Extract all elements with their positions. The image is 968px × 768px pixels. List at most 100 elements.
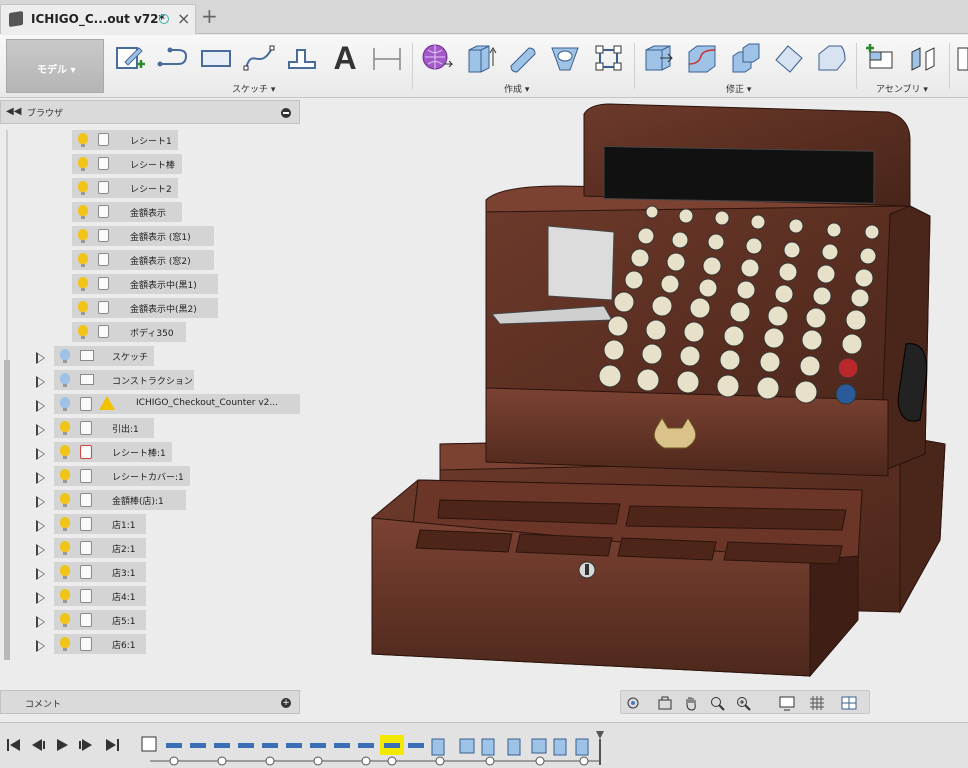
expand-arrow-icon[interactable] — [36, 448, 45, 460]
tree-item-body[interactable]: レシート棒 — [72, 154, 182, 174]
visibility-bulb-icon[interactable] — [60, 565, 70, 579]
spline-tool-icon[interactable] — [242, 42, 276, 74]
new-tab-button[interactable]: + — [201, 4, 218, 28]
visibility-bulb-icon[interactable] — [60, 373, 70, 387]
visibility-bulb-icon[interactable] — [60, 541, 70, 555]
create-sketch-icon[interactable] — [113, 42, 147, 74]
visibility-bulb-icon[interactable] — [78, 277, 88, 291]
tree-item-component[interactable]: レシート棒:1 — [54, 442, 172, 462]
grid-settings-icon[interactable] — [809, 695, 825, 711]
sketch-group-label[interactable]: スケッチ ▾ — [232, 82, 275, 95]
visibility-bulb-icon[interactable] — [60, 493, 70, 507]
visibility-bulb-icon[interactable] — [78, 325, 88, 339]
tree-item-folder[interactable]: コンストラクション — [54, 370, 194, 390]
dimension-tool-icon[interactable] — [370, 42, 404, 74]
go-to-start-icon[interactable] — [6, 737, 22, 753]
tree-item-body[interactable]: 金額表示中(黒2) — [72, 298, 218, 318]
tree-item-component[interactable]: 店3:1 — [54, 562, 146, 582]
offset-tool-icon[interactable] — [285, 42, 319, 74]
visibility-bulb-icon[interactable] — [60, 613, 70, 627]
combine-icon[interactable] — [729, 42, 763, 74]
3d-viewport[interactable] — [302, 100, 968, 716]
tree-item-body[interactable]: レシート2 — [72, 178, 178, 198]
visibility-bulb-icon[interactable] — [78, 157, 88, 171]
visibility-bulb-icon[interactable] — [60, 421, 70, 435]
expand-arrow-icon[interactable] — [36, 352, 45, 364]
shell-icon[interactable] — [548, 42, 582, 74]
tree-item-component[interactable]: レシートカバー:1 — [54, 466, 190, 486]
add-comment-icon[interactable]: + — [281, 698, 291, 708]
expand-arrow-icon[interactable] — [36, 568, 45, 580]
tree-item-component[interactable]: 金額棒(店):1 — [54, 490, 186, 510]
tree-item-body[interactable]: 金額表示 (窓1) — [72, 226, 214, 246]
expand-arrow-icon[interactable] — [36, 424, 45, 436]
tree-item-linked-component[interactable]: ICHIGO_Checkout_Counter v2... — [54, 394, 300, 414]
tree-item-folder[interactable]: スケッチ — [54, 346, 154, 366]
visibility-bulb-icon[interactable] — [60, 397, 70, 411]
tree-item-body[interactable]: レシート1 — [72, 130, 178, 150]
tree-item-body[interactable]: 金額表示 — [72, 202, 182, 222]
visibility-bulb-icon[interactable] — [60, 637, 70, 651]
visibility-bulb-icon[interactable] — [60, 349, 70, 363]
pattern-icon[interactable] — [592, 42, 626, 74]
cash-register-model[interactable] — [371, 103, 946, 678]
modify-group-label[interactable]: 修正 ▾ — [726, 82, 751, 95]
play-icon[interactable] — [54, 737, 70, 753]
workspace-switcher-button[interactable]: モデル ▾ — [6, 39, 104, 93]
text-tool-icon[interactable]: A — [328, 42, 362, 74]
expand-arrow-icon[interactable] — [36, 520, 45, 532]
orbit-icon[interactable] — [625, 695, 641, 711]
timeline-features[interactable] — [140, 731, 610, 768]
tree-item-body[interactable]: 金額表示中(黒1) — [72, 274, 218, 294]
close-tab-button[interactable]: × — [177, 9, 190, 28]
tree-item-component[interactable]: 店1:1 — [54, 514, 146, 534]
create-form-icon[interactable] — [420, 42, 454, 74]
visibility-bulb-icon[interactable] — [78, 133, 88, 147]
fillet-icon[interactable] — [685, 42, 719, 74]
expand-arrow-icon[interactable] — [36, 496, 45, 508]
collapse-panel-icon[interactable]: ◀◀ — [6, 106, 21, 117]
expand-arrow-icon[interactable] — [36, 376, 45, 388]
tree-item-body[interactable]: 金額表示 (窓2) — [72, 250, 214, 270]
split-body-icon[interactable] — [815, 42, 849, 74]
visibility-bulb-icon[interactable] — [78, 253, 88, 267]
tree-item-component[interactable]: 店5:1 — [54, 610, 146, 630]
visibility-bulb-icon[interactable] — [60, 469, 70, 483]
visibility-bulb-icon[interactable] — [60, 517, 70, 531]
visibility-bulb-icon[interactable] — [60, 589, 70, 603]
tree-item-component[interactable]: 店6:1 — [54, 634, 146, 654]
document-tab[interactable]: ICHIGO_C...out v72* × — [0, 4, 196, 34]
line-tool-icon[interactable] — [156, 42, 190, 74]
fit-icon[interactable] — [735, 695, 751, 711]
display-settings-icon[interactable] — [779, 695, 795, 711]
step-back-icon[interactable] — [30, 737, 46, 753]
create-group-label[interactable]: 作成 ▾ — [504, 82, 529, 95]
step-forward-icon[interactable] — [78, 737, 94, 753]
visibility-bulb-icon[interactable] — [60, 445, 70, 459]
pipe-icon[interactable] — [505, 42, 539, 74]
expand-arrow-icon[interactable] — [36, 640, 45, 652]
minimize-panel-icon[interactable] — [281, 108, 291, 118]
joint-icon[interactable] — [906, 42, 940, 74]
zoom-icon[interactable] — [709, 695, 725, 711]
tree-item-component[interactable]: 店4:1 — [54, 586, 146, 606]
chamfer-icon[interactable] — [772, 42, 806, 74]
rectangle-tool-icon[interactable] — [199, 42, 233, 74]
tree-item-component[interactable]: 店2:1 — [54, 538, 146, 558]
browser-scrollbar-thumb[interactable] — [4, 360, 10, 660]
pan-hand-icon[interactable] — [683, 695, 699, 711]
expand-arrow-icon[interactable] — [36, 616, 45, 628]
press-pull-icon[interactable] — [642, 42, 676, 74]
new-component-icon[interactable] — [864, 42, 898, 74]
visibility-bulb-icon[interactable] — [78, 181, 88, 195]
overflow-tool-icon[interactable] — [956, 42, 968, 74]
tree-item-component[interactable]: 引出:1 — [54, 418, 154, 438]
visibility-bulb-icon[interactable] — [78, 301, 88, 315]
tree-item-body[interactable]: ボディ350 — [72, 322, 186, 342]
expand-arrow-icon[interactable] — [36, 472, 45, 484]
visibility-bulb-icon[interactable] — [78, 229, 88, 243]
look-at-icon[interactable] — [657, 695, 673, 711]
go-to-end-icon[interactable] — [104, 737, 120, 753]
expand-arrow-icon[interactable] — [36, 544, 45, 556]
viewports-icon[interactable] — [841, 695, 857, 711]
